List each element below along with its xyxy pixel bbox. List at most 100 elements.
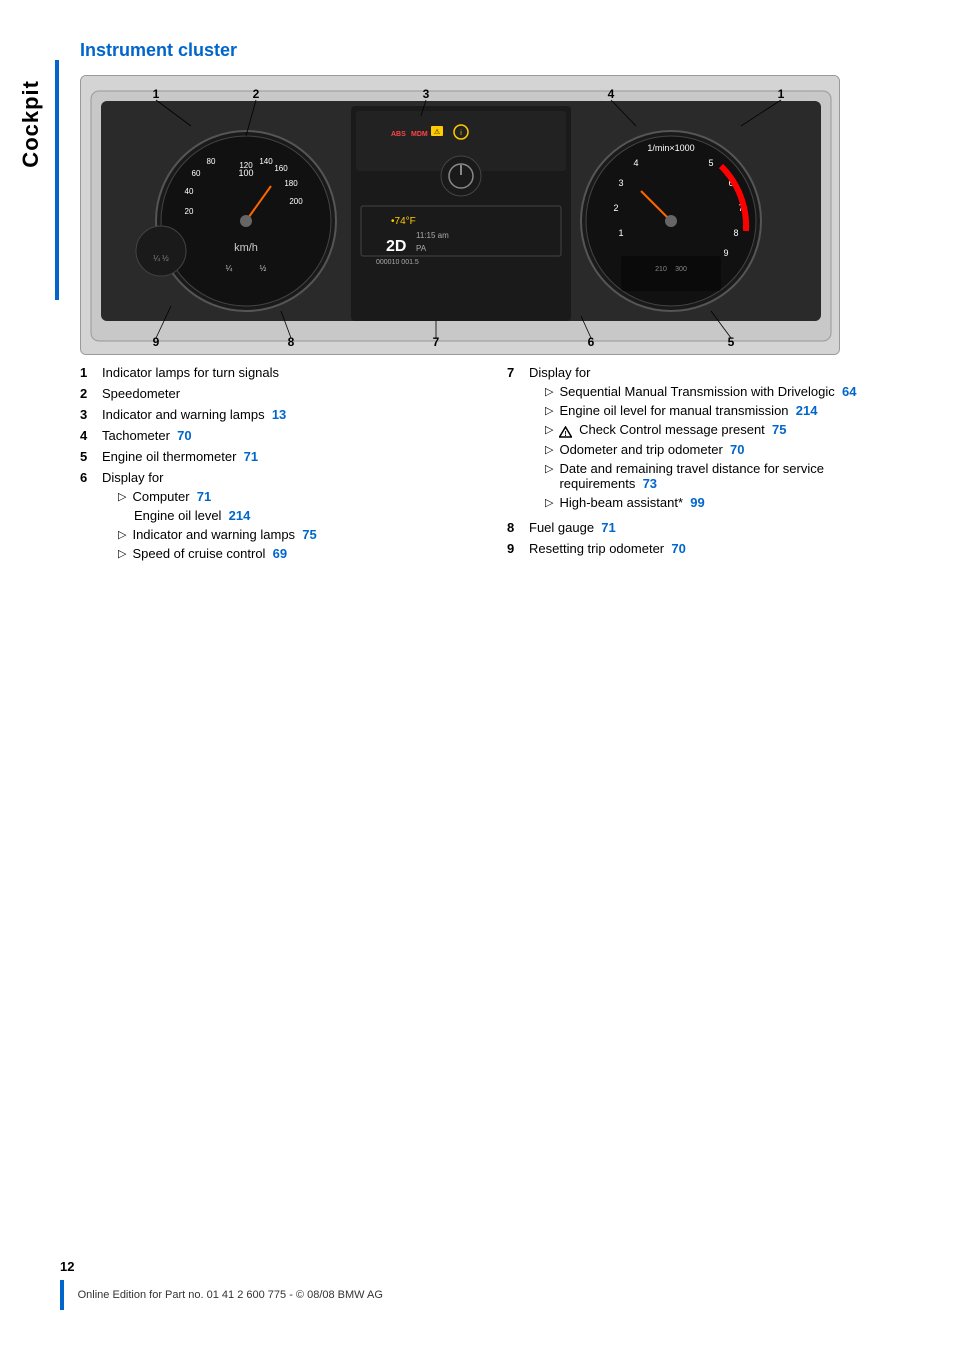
ref-7-6: 99 <box>690 495 704 510</box>
svg-text:300: 300 <box>675 266 687 273</box>
svg-text:8: 8 <box>733 228 738 238</box>
arrow-icon-6-3: ▷ <box>118 528 126 541</box>
content-area: 1 Indicator lamps for turn signals 2 Spe… <box>80 365 894 571</box>
svg-text:1: 1 <box>778 87 785 101</box>
right-column: 7 Display for ▷ Sequential Manual Transm… <box>507 365 894 571</box>
ref-7-3: 75 <box>772 422 786 437</box>
sub-list-item-6-1: ▷ Computer 71 <box>102 489 467 504</box>
svg-text:½: ½ <box>260 264 267 273</box>
list-item-6: 6 Display for ▷ Computer 71 Engine oil l… <box>80 470 467 565</box>
svg-text:210: 210 <box>655 266 667 273</box>
list-item-7: 7 Display for ▷ Sequential Manual Transm… <box>507 365 894 514</box>
arrow-icon-7-4: ▷ <box>545 443 553 456</box>
sub-list-item-6-3: ▷ Indicator and warning lamps 75 <box>102 527 467 542</box>
ref-4: 70 <box>177 428 191 443</box>
list-number-9: 9 <box>507 541 529 556</box>
arrow-icon-6-1: ▷ <box>118 490 126 503</box>
svg-text:MDM: MDM <box>411 131 428 138</box>
sub-list-item-7-1: ▷ Sequential Manual Transmission with Dr… <box>529 384 894 399</box>
svg-text:4: 4 <box>633 158 638 168</box>
sub-text-7-2: Engine oil level for manual transmission… <box>559 403 894 418</box>
svg-text:60: 60 <box>192 169 201 178</box>
ref-3: 13 <box>272 407 286 422</box>
list-number-5: 5 <box>80 449 102 464</box>
sub-text-6-4: Speed of cruise control 69 <box>132 546 467 561</box>
list-number-2: 2 <box>80 386 102 401</box>
list-text-7: Display for ▷ Sequential Manual Transmis… <box>529 365 894 514</box>
sub-text-6-2: Engine oil level 214 <box>134 508 467 523</box>
list-number-4: 4 <box>80 428 102 443</box>
svg-text:000010 001.5: 000010 001.5 <box>376 259 419 266</box>
svg-text:⚠: ⚠ <box>434 128 440 136</box>
list-item-9: 9 Resetting trip odometer 70 <box>507 541 894 556</box>
cockpit-sidebar-label: Cockpit <box>18 80 44 168</box>
sub-list-item-7-5: ▷ Date and remaining travel distance for… <box>529 461 894 491</box>
sub-list-7: ▷ Sequential Manual Transmission with Dr… <box>529 384 894 510</box>
sub-text-6-3: Indicator and warning lamps 75 <box>132 527 467 542</box>
footer-area: 12 Online Edition for Part no. 01 41 2 6… <box>60 1259 894 1310</box>
list-item-8: 8 Fuel gauge 71 <box>507 520 894 535</box>
sub-list-6: ▷ Computer 71 Engine oil level 214 ▷ Ind… <box>102 489 467 561</box>
sub-list-item-6-2: Engine oil level 214 <box>102 508 467 523</box>
list-item-3: 3 Indicator and warning lamps 13 <box>80 407 467 422</box>
sub-list-item-7-3: ▷ ! Check Control message present 75 <box>529 422 894 438</box>
list-item-1: 1 Indicator lamps for turn signals <box>80 365 467 380</box>
svg-text:9: 9 <box>723 248 728 258</box>
arrow-icon-7-3: ▷ <box>545 423 553 436</box>
svg-text:1: 1 <box>618 228 623 238</box>
list-number-8: 8 <box>507 520 529 535</box>
instrument-cluster-image: 100 120 140 160 180 200 80 60 40 20 km/h… <box>80 75 840 355</box>
svg-text:2: 2 <box>613 203 618 213</box>
sub-text-6-1: Computer 71 <box>132 489 467 504</box>
ref-7-4: 70 <box>730 442 744 457</box>
list-number-6: 6 <box>80 470 102 485</box>
svg-text:3: 3 <box>618 178 623 188</box>
svg-text:160: 160 <box>274 164 288 173</box>
svg-text:4: 4 <box>608 87 615 101</box>
left-column: 1 Indicator lamps for turn signals 2 Spe… <box>80 365 467 571</box>
list-number-7: 7 <box>507 365 529 380</box>
svg-text:2D: 2D <box>386 238 406 255</box>
ref-8: 71 <box>601 520 615 535</box>
footer-text: Online Edition for Part no. 01 41 2 600 … <box>78 1289 383 1301</box>
svg-text:5: 5 <box>708 158 713 168</box>
sub-list-item-7-6: ▷ High-beam assistant* 99 <box>529 495 894 510</box>
sub-text-7-5: Date and remaining travel distance for s… <box>559 461 894 491</box>
ref-7-2: 214 <box>796 403 818 418</box>
svg-text:ABS: ABS <box>391 131 406 138</box>
list-item-4: 4 Tachometer 70 <box>80 428 467 443</box>
svg-text:200: 200 <box>289 197 303 206</box>
svg-text:20: 20 <box>185 207 194 216</box>
sub-text-7-3: ! Check Control message present 75 <box>559 422 894 438</box>
ref-6-4: 69 <box>273 546 287 561</box>
list-text-1: Indicator lamps for turn signals <box>102 365 467 380</box>
svg-text:2: 2 <box>253 87 260 101</box>
list-text-3: Indicator and warning lamps 13 <box>102 407 467 422</box>
page-number: 12 <box>60 1259 894 1274</box>
svg-text:120: 120 <box>239 161 253 170</box>
svg-text:11:15 am: 11:15 am <box>416 231 449 240</box>
ref-6-1: 71 <box>197 489 211 504</box>
sub-text-7-6: High-beam assistant* 99 <box>559 495 894 510</box>
ref-7-1: 64 <box>842 384 856 399</box>
list-text-4: Tachometer 70 <box>102 428 467 443</box>
svg-text:PA: PA <box>416 244 427 253</box>
sub-text-7-4: Odometer and trip odometer 70 <box>559 442 894 457</box>
blue-sidebar-bar <box>55 60 59 300</box>
ref-5: 71 <box>244 449 258 464</box>
section-title: Instrument cluster <box>80 40 237 60</box>
svg-text:8: 8 <box>288 335 295 349</box>
list-number-3: 3 <box>80 407 102 422</box>
svg-text:6: 6 <box>588 335 595 349</box>
arrow-icon-6-4: ▷ <box>118 547 126 560</box>
list-text-9: Resetting trip odometer 70 <box>529 541 894 556</box>
ref-6-2: 214 <box>229 508 251 523</box>
sub-list-item-7-4: ▷ Odometer and trip odometer 70 <box>529 442 894 457</box>
sub-list-item-7-2: ▷ Engine oil level for manual transmissi… <box>529 403 894 418</box>
svg-text:3: 3 <box>423 87 430 101</box>
list-text-2: Speedometer <box>102 386 467 401</box>
arrow-icon-7-1: ▷ <box>545 385 553 398</box>
arrow-icon-7-2: ▷ <box>545 404 553 417</box>
list-text-5: Engine oil thermometer 71 <box>102 449 467 464</box>
list-text-8: Fuel gauge 71 <box>529 520 894 535</box>
